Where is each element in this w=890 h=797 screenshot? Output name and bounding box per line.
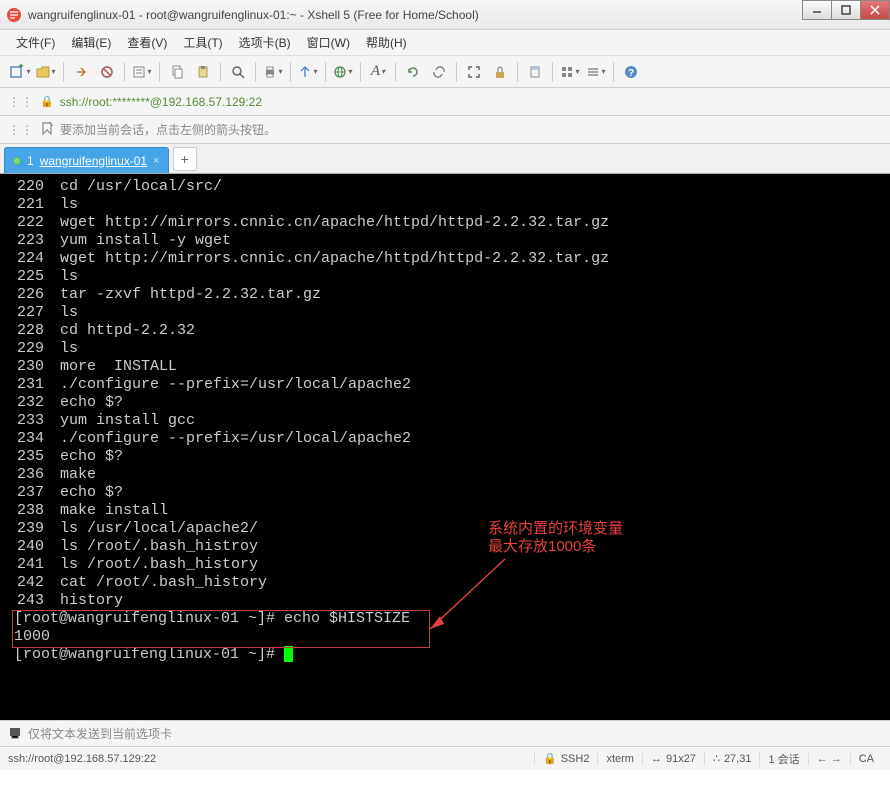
menu-view[interactable]: 查看(V) <box>119 30 175 55</box>
statusbar: ssh://root@192.168.57.129:22 🔒SSH2 xterm… <box>0 746 890 770</box>
sendbar: 仅将文本发送到当前选项卡 <box>0 720 890 746</box>
terminal[interactable]: 220cd /usr/local/src/221ls222wget http:/… <box>0 174 890 720</box>
transfer-button[interactable]: ▾ <box>296 60 320 84</box>
font-button[interactable]: A▾ <box>366 60 390 84</box>
fullscreen-button[interactable] <box>462 60 486 84</box>
help-button[interactable]: ? <box>619 60 643 84</box>
tab-close-icon[interactable]: × <box>153 155 159 167</box>
minimize-button[interactable] <box>802 0 832 20</box>
print-button[interactable]: ▾ <box>261 60 285 84</box>
status-dot-icon <box>13 157 21 165</box>
calc-button[interactable] <box>523 60 547 84</box>
disconnect-button[interactable] <box>95 60 119 84</box>
window-titlebar: wangruifenglinux-01 - root@wangruifengli… <box>0 0 890 30</box>
maximize-button[interactable] <box>831 0 861 20</box>
list-button[interactable]: ▾ <box>584 60 608 84</box>
infobar: ⋮⋮ 要添加当前会话，点击左侧的箭头按钮。 <box>0 116 890 144</box>
close-button[interactable] <box>860 0 890 20</box>
menu-tools[interactable]: 工具(T) <box>175 30 230 55</box>
status-connection: ssh://root@192.168.57.129:22 <box>8 753 534 765</box>
lock-icon: 🔒 <box>543 752 557 765</box>
menu-edit[interactable]: 编辑(E) <box>63 30 119 55</box>
globe-button[interactable]: ▾ <box>331 60 355 84</box>
lock-icon: 🔒 <box>40 95 54 108</box>
copy-button[interactable] <box>165 60 189 84</box>
grip-icon: ⋮⋮ <box>8 123 34 137</box>
new-session-button[interactable]: ▾ <box>8 60 32 84</box>
status-caps: CA <box>850 753 882 765</box>
menu-window[interactable]: 窗口(W) <box>299 30 358 55</box>
find-button[interactable] <box>226 60 250 84</box>
window-title: wangruifenglinux-01 - root@wangruifengli… <box>28 8 884 22</box>
status-sessions: 1 会话 <box>759 751 807 767</box>
status-ssh: 🔒SSH2 <box>534 752 597 765</box>
grip-icon: ⋮⋮ <box>8 95 34 109</box>
open-button[interactable]: ▾ <box>34 60 58 84</box>
sendbar-text: 仅将文本发送到当前选项卡 <box>28 725 172 742</box>
refresh-button[interactable] <box>401 60 425 84</box>
layout-button[interactable]: ▾ <box>558 60 582 84</box>
infobar-text: 要添加当前会话，点击左侧的箭头按钮。 <box>60 121 276 138</box>
add-tab-button[interactable]: + <box>173 147 197 171</box>
menu-file[interactable]: 文件(F) <box>8 30 63 55</box>
menu-tabs[interactable]: 选项卡(B) <box>231 30 299 55</box>
app-icon <box>6 7 22 23</box>
menu-help[interactable]: 帮助(H) <box>358 30 415 55</box>
svg-text:?: ? <box>628 68 634 79</box>
window-controls <box>803 0 890 20</box>
lock-button[interactable] <box>488 60 512 84</box>
paste-button[interactable] <box>191 60 215 84</box>
addressbar: ⋮⋮ 🔒 ssh://root:********@192.168.57.129:… <box>0 88 890 116</box>
menubar: 文件(F) 编辑(E) 查看(V) 工具(T) 选项卡(B) 窗口(W) 帮助(… <box>0 30 890 56</box>
tab-index: 1 <box>27 154 34 168</box>
address-text[interactable]: ssh://root:********@192.168.57.129:22 <box>60 95 262 109</box>
bookmark-icon[interactable] <box>40 121 54 138</box>
status-pos: ∴ 27,31 <box>704 752 760 765</box>
status-size: ↔91x27 <box>642 753 704 765</box>
sync-button[interactable] <box>427 60 451 84</box>
properties-button[interactable]: ▾ <box>130 60 154 84</box>
send-icon[interactable] <box>8 725 22 742</box>
resize-icon: ↔ <box>651 753 662 765</box>
reconnect-button[interactable] <box>69 60 93 84</box>
status-arrows[interactable]: ← → <box>808 753 850 765</box>
toolbar: ▾ ▾ ▾ ▾ ▾ ▾ A▾ ▾ ▾ ? <box>0 56 890 88</box>
tab-label: wangruifenglinux-01 <box>40 154 147 168</box>
status-term: xterm <box>597 753 642 765</box>
tabbar: 1 wangruifenglinux-01 × + <box>0 144 890 174</box>
session-tab[interactable]: 1 wangruifenglinux-01 × <box>4 147 169 173</box>
